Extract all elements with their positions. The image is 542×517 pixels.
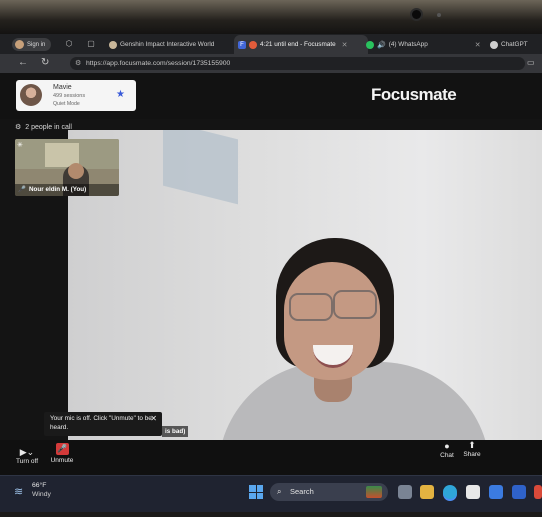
tab-title: (4) WhatsApp <box>388 41 428 48</box>
file-explorer-icon[interactable] <box>420 485 434 499</box>
focusmate-header: Mavie 499 sessions Quiet Mode ★ Focusmat… <box>0 73 542 119</box>
chat-label: Chat <box>440 452 454 459</box>
chat-button[interactable]: ● Chat <box>436 440 458 459</box>
avatar <box>20 84 42 106</box>
partner-video <box>68 130 542 440</box>
browser-toolbar: ← ↻ ⚙ https://app.focusmate.com/session/… <box>0 54 542 73</box>
tab-whatsapp[interactable]: 🔊 (4) WhatsApp ✕ <box>362 35 490 54</box>
extensions-icon[interactable]: ⬡ <box>64 39 74 49</box>
chatgpt-favicon-icon <box>490 40 498 49</box>
task-view-icon[interactable] <box>398 485 412 499</box>
close-tooltip-icon[interactable]: ✕ <box>150 414 157 424</box>
self-video-tile[interactable]: ✳ 🎤 Nour eldin M. (You) <box>15 139 119 196</box>
share-button[interactable]: ⬆ Share <box>460 439 484 458</box>
mic-off-icon: 🎤 <box>55 443 69 455</box>
camera-toggle-button[interactable]: ▶⌄ Turn off <box>12 446 42 465</box>
favorite-star-icon[interactable]: ★ <box>116 89 125 100</box>
webcam-icon <box>412 10 421 19</box>
profile-button-label: Sign in <box>27 41 46 48</box>
partner-session-count: 499 sessions <box>53 93 86 99</box>
quiet-mode-label: Quiet Mode <box>53 101 80 107</box>
profile-button[interactable]: Sign in <box>12 38 52 51</box>
unmute-label: Unmute <box>50 457 74 464</box>
outlook-icon[interactable] <box>512 485 526 499</box>
taskbar-search[interactable]: ⌕ Search <box>270 483 388 501</box>
url-text: https://app.focusmate.com/session/173515… <box>86 60 231 67</box>
weather-temperature[interactable]: 66°F <box>32 482 46 489</box>
share-label: Share <box>463 451 481 458</box>
tab-strip: Sign in ⬡ ▢ Genshin Impact Interactive W… <box>0 34 542 54</box>
search-highlight-icon <box>366 486 382 498</box>
focusmate-favicon-icon: F <box>238 40 246 49</box>
site-info-icon[interactable]: ⚙ <box>75 57 81 70</box>
tab-focusmate[interactable]: F 4:21 until end - Focusmate ✕ <box>234 35 368 54</box>
weather-condition[interactable]: Windy <box>32 491 51 498</box>
fan-icon: ✳ <box>17 142 23 149</box>
app-icon[interactable] <box>534 485 542 499</box>
people-in-call-label: 2 people in call <box>25 124 72 131</box>
tab-title: ChatGPT <box>501 41 528 48</box>
call-controls: ▶⌄ Turn off 🎤 Unmute ● Chat ⬆ Share <box>0 440 542 475</box>
tab-actions-icon[interactable]: ▢ <box>86 39 96 49</box>
settings-gear-icon: ⚙ <box>15 124 22 131</box>
partner-name: Mavie <box>53 84 72 91</box>
glasses-left <box>289 293 333 321</box>
close-tab-icon[interactable]: ✕ <box>342 41 348 49</box>
tab-chatgpt[interactable]: ChatGPT <box>486 35 542 54</box>
weather-wind-icon[interactable]: ≋ <box>14 485 23 498</box>
mic-off-tooltip: Your mic is off. Click "Unmute" to be he… <box>44 412 162 436</box>
photos-icon[interactable] <box>489 485 503 499</box>
windows-taskbar: ≋ 66°F Windy ⌕ Search <box>0 475 542 512</box>
tab-title: 4:21 until end - Focusmate <box>260 41 336 48</box>
mic-muted-icon: 🎤 <box>18 186 26 193</box>
search-icon: ⌕ <box>277 487 282 496</box>
whatsapp-favicon-icon <box>366 40 374 49</box>
laptop-bezel: Sign in ⬡ ▢ Genshin Impact Interactive W… <box>0 0 542 517</box>
share-icon: ⬆ <box>468 440 476 450</box>
chat-icon: ● <box>444 441 450 451</box>
speaker-icon: 🔊 <box>377 41 386 49</box>
participant-count[interactable]: ⚙ 2 people in call <box>15 123 72 131</box>
partner-profile-card[interactable]: Mavie 499 sessions Quiet Mode ★ <box>16 80 136 111</box>
webcam-light <box>437 13 441 17</box>
profile-avatar-icon <box>15 40 24 49</box>
taskbar-search-label: Search <box>290 487 314 496</box>
start-button[interactable] <box>249 485 263 499</box>
reload-icon[interactable]: ↻ <box>41 57 49 69</box>
cast-icon[interactable]: ▭ <box>527 57 535 69</box>
glasses-right <box>333 290 377 319</box>
partner-name-tag: is bad) <box>162 426 189 437</box>
focusmate-logo: Focusmate <box>371 85 457 104</box>
edge-browser-icon[interactable] <box>443 485 457 499</box>
camera-icon: ▶⌄ <box>19 447 35 457</box>
tab-title: Genshin Impact Interactive World <box>120 41 215 48</box>
screen: Sign in ⬡ ▢ Genshin Impact Interactive W… <box>0 34 542 512</box>
tab-genshin[interactable]: Genshin Impact Interactive World <box>105 35 231 54</box>
self-video-face <box>68 163 84 179</box>
store-icon[interactable] <box>466 485 480 499</box>
back-arrow-icon[interactable]: ← <box>18 57 28 69</box>
mic-off-tooltip-text: Your mic is off. Click "Unmute" to be he… <box>50 415 152 431</box>
self-name: Nour eldin M. (You) <box>29 186 87 193</box>
camera-toggle-label: Turn off <box>15 458 39 465</box>
bezel-top <box>0 0 542 34</box>
address-bar[interactable]: ⚙ https://app.focusmate.com/session/1735… <box>70 57 525 70</box>
close-tab-icon[interactable]: ✕ <box>475 41 481 49</box>
genshin-favicon-icon <box>109 40 117 49</box>
unmute-button[interactable]: 🎤 Unmute <box>47 443 77 464</box>
recording-dot-icon <box>249 40 257 49</box>
self-video-label: 🎤 Nour eldin M. (You) <box>15 184 119 196</box>
